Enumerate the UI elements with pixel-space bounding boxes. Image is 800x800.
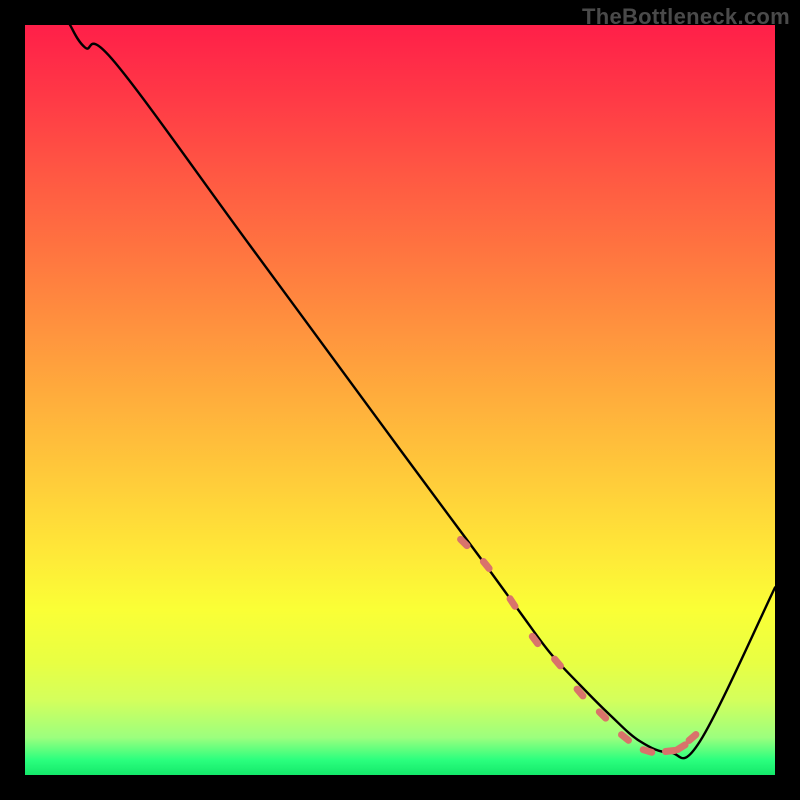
chart-frame: TheBottleneck.com [0, 0, 800, 800]
dash-markers [456, 534, 701, 756]
chart-svg [25, 25, 775, 775]
plot-area [25, 25, 775, 775]
watermark-text: TheBottleneck.com [582, 4, 790, 30]
curve-line [70, 25, 775, 758]
